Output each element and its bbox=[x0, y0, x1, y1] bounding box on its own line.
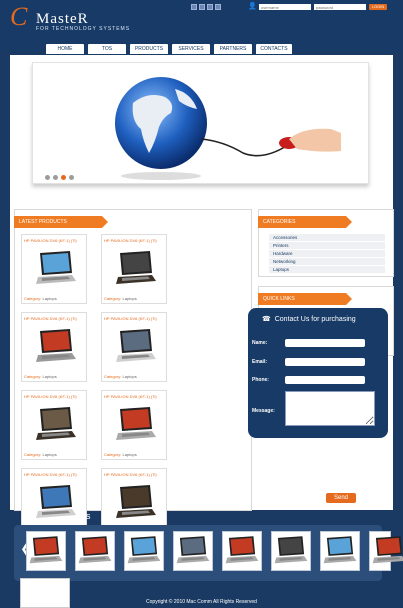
laptop-image bbox=[176, 536, 210, 564]
carousel-item[interactable] bbox=[222, 531, 262, 571]
email-label: Email: bbox=[252, 359, 268, 365]
product-name[interactable]: HP PAVILION DV6 (KF-1) (Ti) bbox=[104, 394, 157, 399]
carousel-item[interactable] bbox=[124, 531, 164, 571]
carousel-item[interactable] bbox=[320, 531, 360, 571]
login-bar: 👤 LOGIN bbox=[248, 3, 387, 10]
laptop-image bbox=[127, 536, 161, 564]
carousel-item[interactable] bbox=[173, 531, 213, 571]
main-nav: HOME TOS PRODUCTS SERVICES PARTNERS CONT… bbox=[46, 44, 292, 54]
product-carousel: ❮ ❯ bbox=[14, 525, 403, 581]
laptop-image bbox=[372, 536, 403, 564]
quick-links-title: QUICK LINKS bbox=[258, 293, 352, 305]
carousel-item[interactable] bbox=[369, 531, 403, 571]
product-name[interactable]: HP PAVILION DV6 (KF-1) (Ti) bbox=[104, 316, 157, 321]
laptop-image bbox=[36, 251, 76, 284]
categories-panel: CATEGORIES Accessories Printers Hardware… bbox=[258, 209, 394, 277]
user-icon: 👤 bbox=[248, 3, 257, 10]
product-category: Category: Laptops bbox=[24, 452, 57, 457]
nav-tos[interactable]: TOS bbox=[88, 44, 126, 54]
nav-partners[interactable]: PARTNERS bbox=[214, 44, 252, 54]
rss-icon[interactable] bbox=[215, 4, 221, 10]
laptop-image bbox=[116, 407, 156, 440]
logo-tagline: FOR TECHNOLOGY SYSTEMS bbox=[36, 26, 131, 32]
product-name[interactable]: HP PAVILION DV6 (KF-1) (Ti) bbox=[24, 316, 77, 321]
product-category: Category: Laptops bbox=[104, 296, 137, 301]
nav-services[interactable]: SERVICES bbox=[172, 44, 210, 54]
nav-contacts[interactable]: CONTACTS bbox=[256, 44, 292, 54]
product-category: Category: Laptops bbox=[24, 296, 57, 301]
slider-dots bbox=[45, 175, 74, 180]
categories-title: CATEGORIES bbox=[258, 216, 352, 228]
globe-hand-mouse-image bbox=[115, 77, 341, 180]
login-button[interactable]: LOGIN bbox=[369, 4, 387, 10]
product-name[interactable]: HP PAVILION DV6 (KF-1) (Ti) bbox=[24, 472, 77, 477]
categories-list: Accessories Printers Hardware Networking… bbox=[269, 234, 385, 274]
product-card[interactable]: HP PAVILION DV6 (KF-1) (Ti) Category: Lap… bbox=[101, 312, 167, 382]
category-link[interactable]: Hardware bbox=[269, 250, 385, 258]
phone-label: Phone: bbox=[252, 377, 269, 383]
phone-icon: ☎ bbox=[262, 316, 271, 323]
slider-dot[interactable] bbox=[69, 175, 74, 180]
phone-field[interactable] bbox=[285, 376, 365, 384]
laptop-image bbox=[36, 329, 76, 362]
product-card[interactable]: HP PAVILION DV6 (KF-1) (Ti) Category: Lap… bbox=[21, 312, 87, 382]
product-name[interactable]: HP PAVILION DV6 (KF-1) (Ti) bbox=[24, 394, 77, 399]
slider-dot[interactable] bbox=[45, 175, 50, 180]
nav-home[interactable]: HOME bbox=[46, 44, 84, 54]
send-button[interactable]: Send bbox=[326, 493, 356, 503]
message-field[interactable] bbox=[285, 391, 375, 426]
product-card[interactable]: HP PAVILION DV6 (KF-1) (Ti) Category: Lap… bbox=[21, 390, 87, 460]
email-field[interactable] bbox=[285, 358, 365, 366]
contact-form: ☎ Contact Us for purchasing Name: Email: … bbox=[248, 308, 388, 438]
category-link[interactable]: Laptops bbox=[269, 266, 385, 274]
laptop-image bbox=[274, 536, 308, 564]
product-name[interactable]: HP PAVILION DV6 (KF-1) (Ti) bbox=[104, 472, 157, 477]
laptop-image bbox=[36, 485, 76, 518]
product-name[interactable]: HP PAVILION DV6 (KF-1) (Ti) bbox=[24, 238, 77, 243]
laptop-image bbox=[36, 407, 76, 440]
product-name[interactable]: HP PAVILION DV6 (KF-1) (Ti) bbox=[104, 238, 157, 243]
carousel-item[interactable] bbox=[75, 531, 115, 571]
slider-dot[interactable] bbox=[53, 175, 58, 180]
logo-letter: C bbox=[10, 2, 28, 31]
nav-products[interactable]: PRODUCTS bbox=[130, 44, 168, 54]
laptop-image bbox=[116, 485, 156, 518]
carousel-item[interactable] bbox=[26, 531, 66, 571]
laptop-image bbox=[116, 251, 156, 284]
laptop-image bbox=[78, 536, 112, 564]
product-card[interactable]: HP PAVILION DV6 (KF-1) (Ti) Category: Lap… bbox=[21, 234, 87, 304]
product-card[interactable]: HP PAVILION DV6 (KF-1) (Ti) Category: Lap… bbox=[101, 390, 167, 460]
contact-form-title: ☎ Contact Us for purchasing bbox=[262, 316, 356, 323]
category-link[interactable]: Printers bbox=[269, 242, 385, 250]
product-category: Category: Laptops bbox=[24, 374, 57, 379]
social-links bbox=[191, 4, 221, 10]
latest-products-title: LATEST PRODUCTS bbox=[14, 216, 108, 228]
product-card[interactable]: HP PAVILION DV6 (KF-1) (Ti) Category: Lap… bbox=[101, 234, 167, 304]
laptop-image bbox=[116, 329, 156, 362]
email-icon[interactable] bbox=[207, 4, 213, 10]
twitter-icon[interactable] bbox=[191, 4, 197, 10]
facebook-icon[interactable] bbox=[199, 4, 205, 10]
password-input[interactable] bbox=[314, 4, 366, 10]
footer-copyright: Copyright © 2010 Mac Comm All Rights Res… bbox=[146, 599, 257, 605]
slider-dot-active[interactable] bbox=[61, 175, 66, 180]
category-link[interactable]: Accessories bbox=[269, 234, 385, 242]
hero-slider[interactable] bbox=[32, 62, 369, 184]
site-logo[interactable]: C MasteR FOR TECHNOLOGY SYSTEMS bbox=[8, 4, 138, 34]
username-input[interactable] bbox=[259, 4, 311, 10]
carousel-item[interactable] bbox=[271, 531, 311, 571]
site-header: C MasteR FOR TECHNOLOGY SYSTEMS 👤 LOGIN … bbox=[0, 0, 403, 54]
name-field[interactable] bbox=[285, 339, 365, 347]
product-category: Category: Laptops bbox=[104, 452, 137, 457]
laptop-image bbox=[323, 536, 357, 564]
message-label: Message: bbox=[252, 408, 275, 414]
laptop-image bbox=[225, 536, 259, 564]
carousel-title: cts bbox=[79, 511, 91, 521]
laptop-image bbox=[29, 536, 63, 564]
category-link[interactable]: Networking bbox=[269, 258, 385, 266]
name-label: Name: bbox=[252, 340, 268, 346]
product-category: Category: Laptops bbox=[104, 374, 137, 379]
